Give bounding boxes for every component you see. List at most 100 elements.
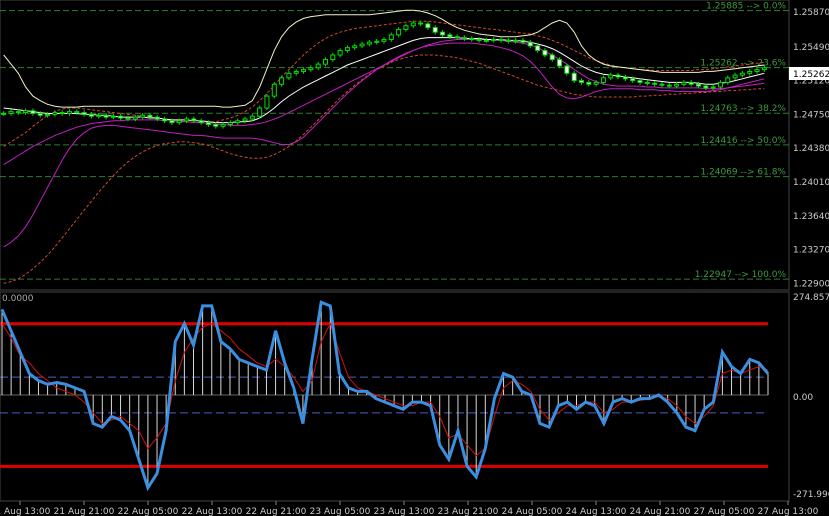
time-tick-label: 24 Aug 05:00 [502,507,563,516]
candle-body [352,45,358,49]
candle-body [586,81,592,85]
candle-body [688,81,694,85]
candle-body [198,120,204,124]
time-tick-label: 23 Aug 05:00 [310,507,371,516]
candle-body [118,115,124,119]
candle-body [644,81,650,84]
candle-body [600,77,606,83]
chart-background [0,0,829,516]
time-tick-label: 21 Aug 21:00 [54,507,115,516]
candle-body [637,80,643,83]
candle-body [630,78,636,82]
candle-body [249,115,255,120]
oscillator-min-label: -271.996 [793,490,829,500]
price-tick-label: 1.25870 [793,8,829,18]
candle-body [293,70,299,74]
time-tick-label: 22 Aug 13:00 [182,507,243,516]
candle-body [96,114,102,117]
candle-body [205,122,211,125]
candle-body [659,83,665,86]
candle-body [381,38,387,42]
candle-body [710,86,716,89]
time-tick-label: 23 Aug 13:00 [374,507,435,516]
candle-body [440,31,446,36]
candle-body [549,54,555,61]
time-tick-label: 22 Aug 05:00 [118,507,179,516]
candle-body [37,112,43,116]
candle-body [88,113,94,117]
candle-body [264,95,270,109]
price-tick-label: 1.24750 [793,110,829,120]
candle-body [608,74,614,79]
candle-body [315,63,321,69]
candle-body [213,123,219,127]
candle-body [593,81,599,85]
candle-body [564,65,570,74]
candle-body [520,39,526,43]
candle-body [732,74,738,79]
candle-body [454,36,460,39]
candle-body [513,39,519,42]
candle-body [271,83,277,97]
candle-body [652,82,658,85]
candle-body [15,111,21,114]
candle-body [403,25,409,30]
candle-body [696,83,702,87]
oscillator-zero-label: 0.00 [793,393,813,403]
candle-body [739,72,745,76]
candle-body [257,107,263,117]
candle-body [461,37,467,40]
candle-body [220,123,226,127]
price-axis: 1.258701.254901.251201.247501.243801.240… [793,8,829,289]
candle-body [140,114,146,118]
fib-level-label: 1.22947 --> 100.0% [695,270,787,280]
candle-body [45,113,51,116]
candle-body [703,85,709,89]
candle-body [571,72,577,82]
candle-body [396,28,402,36]
price-tick-label: 1.23270 [793,246,829,256]
candle-body [147,114,153,118]
candle-body [366,41,372,45]
current-price-label: 1.25262 [793,70,829,80]
candle-body [66,111,72,114]
candle-body [359,43,365,47]
time-tick-label: 27 Aug 05:00 [694,507,755,516]
candle-body [447,34,453,38]
candle-body [491,38,497,41]
candle-body [418,22,424,25]
candle-body [432,27,438,33]
fib-level-label: 1.24763 --> 38.2% [700,104,786,114]
fib-level-label: 1.24069 --> 61.8% [700,168,786,178]
candle-body [279,77,285,85]
candle-body [527,41,533,47]
candle-body [374,40,380,43]
candle-body [535,45,541,51]
candle-body [717,81,723,88]
price-tick-label: 1.24010 [793,178,829,188]
candle-body [498,38,504,41]
fib-level-label: 1.25885 --> 0.0% [706,2,786,12]
candle-body [483,39,489,42]
trading-chart[interactable]: 1.25885 --> 0.0% 1.25262 --> 23.6% 1.24763… [0,0,829,516]
fib-level-label: 1.25262 --> 23.6% [700,59,786,69]
candle-body [725,77,731,83]
time-tick-label: 24 Aug 13:00 [566,507,627,516]
candle-body [469,38,475,41]
candle-body [235,120,241,124]
candle-body [337,49,343,56]
candle-body [74,111,80,114]
candle-body [578,80,584,83]
candle-body [622,76,628,80]
price-tick-label: 1.24380 [793,144,829,154]
candle-body [59,112,65,115]
candle-body [322,59,328,65]
time-tick-label: 21 Aug 13:00 [0,507,51,516]
candle-body [81,112,87,115]
price-tick-label: 1.25490 [793,43,829,53]
candle-body [425,23,431,29]
candle-body [30,110,36,114]
candle-body [125,117,131,120]
candle-body [227,122,233,125]
candle-body [242,118,248,122]
